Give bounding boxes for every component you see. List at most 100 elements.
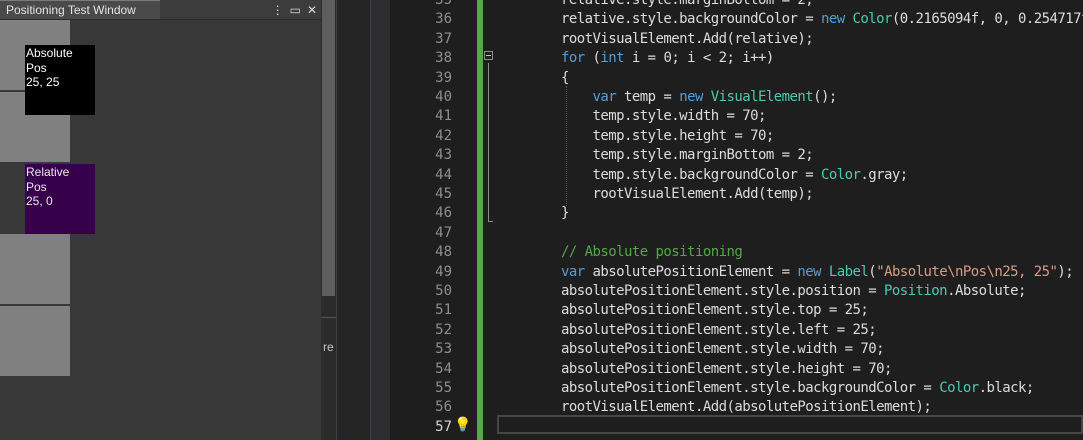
code-token: .gray; (860, 166, 908, 183)
code-line[interactable]: 51 absolutePositionElement.style.top = 25… (390, 301, 1083, 320)
relative-position-label: Relative Pos 25, 0 (25, 164, 95, 234)
line-number: 51 (435, 302, 452, 319)
code-line[interactable]: 54 absolutePositionElement.style.height =… (390, 360, 1083, 379)
code-text: absolutePositionElement.style.width = 70… (561, 340, 885, 359)
line-number: 55 (435, 380, 452, 396)
code-token: Label (828, 263, 869, 280)
code-text: absolutePositionElement.style.top = 25; (561, 301, 869, 320)
code-token: rootVisualElement.Add(relative); (561, 30, 814, 47)
code-token: VisualElement (710, 89, 814, 105)
code-token: rootVisualElement.Add(absolutePositionEl… (561, 399, 932, 416)
code-text: absolutePositionElement.style.height = 7… (561, 360, 892, 379)
code-token: absolutePositionElement.style.top = 25; (561, 302, 869, 319)
line-number: 36 (435, 11, 452, 28)
code-line[interactable]: 41 temp.style.width = 70; (390, 107, 1083, 126)
code-token: (); (813, 89, 837, 105)
line-number: 37 (435, 30, 452, 47)
code-text: relative.style.backgroundColor = new Col… (561, 10, 1083, 29)
line-number: 53 (435, 341, 452, 358)
line-number: 57 (435, 418, 452, 435)
gray-visual-element (0, 234, 70, 304)
code-line[interactable]: 37 rootVisualElement.Add(relative); (390, 30, 1083, 49)
code-editor[interactable]: 💡 35 relative.style.marginBottom = 2; 36 re… (390, 0, 1083, 440)
code-token: var (592, 89, 617, 105)
code-token: (0.2165094f, 0, 0.254717f (891, 11, 1083, 28)
window-content: Absolute Pos 25, 25 Relative Pos 25, 0 (0, 20, 321, 440)
gray-visual-element (0, 306, 70, 376)
code-token: temp = (616, 89, 680, 105)
code-token: .Absolute; (947, 283, 1026, 299)
editor-side-panel (336, 0, 371, 440)
line-number: 48 (435, 244, 452, 261)
code-token: temp.style.marginBottom = 2; (561, 147, 814, 164)
line-number: 56 (435, 399, 452, 416)
code-text: temp.style.height = 70; (561, 127, 775, 146)
code-line[interactable]: 44 temp.style.backgroundColor = Color.gr… (390, 166, 1083, 185)
code-token: absolutePositionElement.style.position = (561, 283, 885, 299)
code-line[interactable]: 45 rootVisualElement.Add(temp); (390, 185, 1083, 204)
code-line[interactable]: 38 for (int i = 0; i < 2; i++) (390, 49, 1083, 68)
code-line[interactable]: 53 absolutePositionElement.style.width = … (390, 340, 1083, 359)
window-tab[interactable]: Positioning Test Window (0, 0, 160, 19)
kebab-menu-icon[interactable]: ⋮ (272, 3, 284, 17)
code-text: absolutePositionElement.style.position =… (561, 282, 1026, 301)
code-line[interactable]: 40 var temp = new VisualElement(); (390, 88, 1083, 107)
code-text: var temp = new VisualElement(); (561, 88, 838, 107)
code-line[interactable]: 52 absolutePositionElement.style.left = 2… (390, 321, 1083, 340)
line-number: 52 (435, 321, 452, 338)
code-line[interactable]: 39 { (390, 69, 1083, 88)
line-number: 54 (435, 360, 452, 377)
code-token: absolutePositionElement = (584, 263, 798, 280)
line-number: 43 (435, 147, 452, 164)
code-token: relative.style.backgroundColor = (561, 11, 821, 28)
absolute-position-label: Absolute Pos 25, 25 (25, 45, 95, 115)
code-token: Color (939, 380, 979, 396)
code-line[interactable]: 49 var absolutePositionElement = new Labe… (390, 263, 1083, 282)
code-text: rootVisualElement.Add(relative); (561, 30, 814, 49)
code-token: Color (821, 166, 861, 183)
code-line[interactable]: 36 relative.style.backgroundColor = new C… (390, 10, 1083, 29)
code-line[interactable]: 56 rootVisualElement.Add(absolutePosition… (390, 398, 1083, 417)
code-text: rootVisualElement.Add(temp); (561, 185, 814, 204)
code-line[interactable]: 57 (390, 418, 1083, 437)
code-token: var (561, 263, 585, 280)
code-text: absolutePositionElement.style.background… (561, 379, 1034, 398)
code-line[interactable]: 50 absolutePositionElement.style.position… (390, 282, 1083, 301)
code-token: Color (852, 11, 893, 28)
code-token: new (821, 11, 853, 28)
code-text: for (int i = 0; i < 2; i++) (561, 49, 774, 68)
line-number: 49 (435, 263, 452, 280)
window-titlebar: Positioning Test Window ⋮ ▭ ✕ (0, 0, 321, 20)
code-text: temp.style.marginBottom = 2; (561, 146, 814, 165)
code-token: temp.style.width = 70; (561, 108, 767, 125)
code-token: i = 0; i < 2; i++) (624, 50, 774, 67)
code-line[interactable]: 48 // Absolute positioning (390, 243, 1083, 262)
code-text: temp.style.width = 70; (561, 107, 767, 126)
code-token: Position (884, 283, 948, 299)
code-line[interactable]: 43 temp.style.marginBottom = 2; (390, 146, 1083, 165)
code-line[interactable]: 46} (390, 204, 1083, 223)
code-text: { (561, 69, 569, 88)
unity-editor-window: Positioning Test Window ⋮ ▭ ✕ Absolute P… (0, 0, 336, 440)
maximize-icon[interactable]: ▭ (290, 3, 301, 17)
code-line[interactable]: 42 temp.style.height = 70; (390, 127, 1083, 146)
line-number: 42 (435, 127, 452, 144)
code-token: { (561, 69, 569, 86)
code-token: for (561, 50, 593, 67)
code-text: relative.style.marginBottom = 2; (561, 0, 814, 10)
code-line[interactable]: 47 (390, 224, 1083, 243)
close-icon[interactable]: ✕ (307, 3, 317, 17)
line-number: 38 (435, 50, 452, 67)
code-text: absolutePositionElement.style.left = 25; (561, 321, 877, 340)
code-token: relative.style.marginBottom = 2; (561, 0, 814, 8)
code-line[interactable]: 35 relative.style.marginBottom = 2; (390, 0, 1083, 10)
line-number: 45 (435, 186, 452, 202)
scrollbar-thumb[interactable] (322, 0, 335, 296)
code-token: ( (868, 263, 877, 280)
code-line[interactable]: 55 absolutePositionElement.style.backgrou… (390, 379, 1083, 398)
line-number: 39 (435, 69, 452, 86)
clipped-label: re (323, 340, 334, 354)
code-token: new (797, 263, 829, 280)
code-token: // Absolute positioning (561, 244, 743, 261)
